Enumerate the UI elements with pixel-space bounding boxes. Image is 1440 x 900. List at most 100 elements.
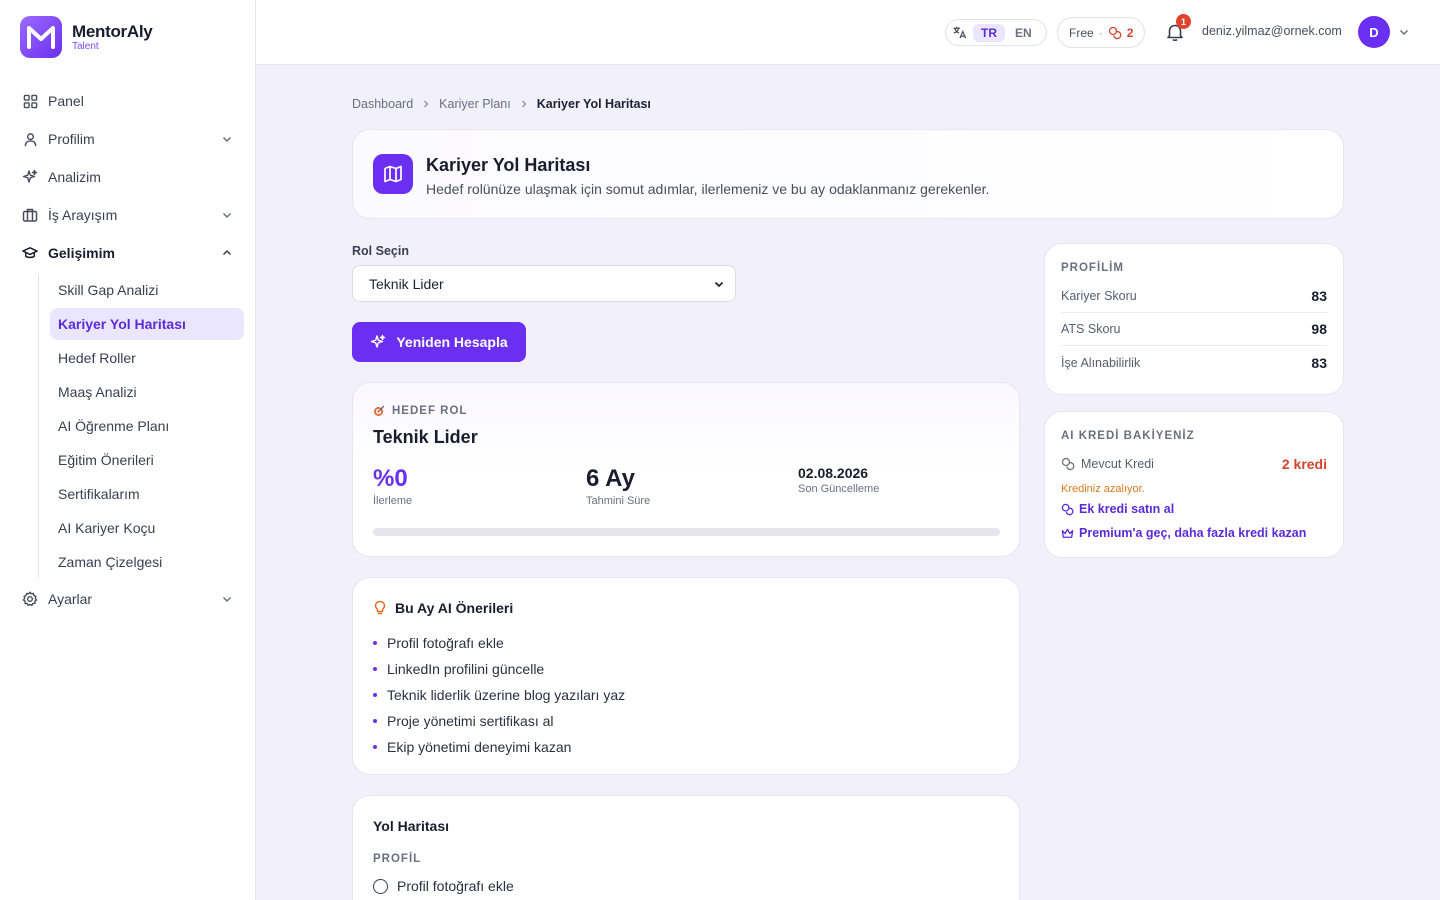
ai-credit-title: AI KREDİ BAKİYENİZ (1061, 430, 1195, 442)
sidebar-item-label: Analizim (48, 169, 101, 185)
sidebar-subitem-sertifikalarim[interactable]: Sertifikalarım (50, 478, 244, 510)
credit-balance-row: Mevcut Kredi 2 kredi (1061, 456, 1327, 472)
grid-icon (22, 93, 38, 109)
user-icon (22, 131, 38, 147)
ai-credit-card: AI KREDİ BAKİYENİZ Mevcut Kredi 2 kredi … (1044, 411, 1344, 558)
sidebar-subitem-hedef-roller[interactable]: Hedef Roller (50, 342, 244, 374)
user-email: deniz.yilmaz@ornek.com (1202, 24, 1342, 38)
crown-icon (1061, 528, 1074, 538)
breadcrumb-kariyer-plani[interactable]: Kariyer Planı (439, 97, 511, 111)
brand-logo-icon (20, 16, 62, 58)
breadcrumb-current: Kariyer Yol Haritası (536, 97, 651, 111)
avatar[interactable]: D (1358, 16, 1390, 48)
topbar: TR EN Free · 2 1 deniz.yilmaz@ornek.com … (256, 0, 1440, 65)
chevron-down-icon[interactable] (1397, 25, 1411, 39)
sidebar-subitem-kariyer-yol-haritasi[interactable]: Kariyer Yol Haritası (50, 308, 244, 340)
list-item: Proje yönetimi sertifikası al (373, 708, 625, 734)
coins-icon (1061, 457, 1075, 471)
radio-circle-icon[interactable] (373, 878, 388, 894)
chevron-down-icon (714, 281, 724, 288)
notification-count-badge: 1 (1176, 14, 1191, 29)
sidebar-item-label: Ayarlar (48, 591, 93, 607)
brand-name: MentorAly (72, 21, 153, 41)
duration-stat: 6 Ay Tahmini Süre (586, 465, 650, 507)
sidebar-item-is-arayisim[interactable]: İş Arayışım (12, 196, 244, 234)
updated-stat: 02.08.2026 Son Güncelleme (798, 465, 879, 495)
updated-value: 02.08.2026 (798, 465, 869, 481)
plan-credit-count: 2 (1126, 25, 1134, 40)
sidebar-subitem-ai-ogrenme-plani[interactable]: AI Öğrenme Planı (50, 410, 244, 442)
sidebar-submenu: Skill Gap Analizi Kariyer Yol Haritası H… (38, 274, 244, 578)
recalculate-button[interactable]: Yeniden Hesapla (352, 322, 526, 362)
plan-name: Free (1069, 25, 1094, 40)
graduation-cap-icon (22, 245, 38, 261)
briefcase-icon (22, 207, 38, 223)
sidebar-item-analizim[interactable]: Analizim (12, 158, 244, 196)
sidebar-subitem-egitim-onerileri[interactable]: Eğitim Önerileri (50, 444, 244, 476)
page-description: Hedef rolünüze ulaşmak için somut adımla… (426, 181, 990, 197)
target-role-name: Teknik Lider (373, 427, 478, 447)
brand[interactable]: MentorAly Talent (20, 16, 153, 58)
list-item: Profil fotoğrafı ekle (373, 630, 625, 656)
coins-icon (1108, 26, 1122, 39)
role-select-label: Rol Seçin (352, 244, 409, 258)
progress-value: %0 (373, 465, 408, 492)
sidebar-item-panel[interactable]: Panel (12, 82, 244, 120)
profile-row-career-score: Kariyer Skoru 83 (1061, 280, 1327, 313)
recalculate-button-label: Yeniden Hesapla (396, 334, 508, 350)
target-dart-icon (374, 405, 385, 416)
updated-label: Son Güncelleme (798, 483, 880, 495)
credit-balance-label: Mevcut Kredi (1081, 457, 1154, 471)
page-header-card: Kariyer Yol Haritası Hedef rolünüze ulaş… (352, 129, 1344, 219)
brand-sub: Talent (72, 40, 99, 52)
sidebar: MentorAly Talent Panel Profilim Analizim (0, 0, 256, 900)
roadmap-section-title: PROFİL (373, 853, 422, 865)
plan-separator: · (1098, 25, 1103, 40)
credit-balance-amount: 2 kredi (1281, 456, 1327, 472)
roadmap-task-label: Profil fotoğrafı ekle (397, 878, 514, 894)
sidebar-item-label: Profilim (48, 131, 95, 147)
list-item: Ekip yönetimi deneyimi kazan (373, 734, 625, 760)
coins-icon (1061, 503, 1074, 515)
profile-summary-title: PROFİLİM (1061, 262, 1124, 274)
progress-bar (373, 528, 1000, 536)
target-role-label: HEDEF ROL (373, 405, 467, 417)
breadcrumb-dashboard[interactable]: Dashboard (352, 97, 413, 111)
plan-badge[interactable]: Free · 2 (1057, 17, 1146, 48)
sidebar-item-gelisimim[interactable]: Gelişimim (12, 234, 244, 272)
chevron-down-icon (222, 596, 232, 603)
role-select[interactable]: Teknik Lider (352, 265, 736, 302)
sidebar-nav: Panel Profilim Analizim İş Arayışım Geli… (12, 82, 244, 618)
roadmap-task[interactable]: Profil fotoğrafı ekle (373, 878, 514, 894)
gear-icon (22, 591, 38, 607)
sidebar-subitem-maas-analizi[interactable]: Maaş Analizi (50, 376, 244, 408)
sidebar-item-profilim[interactable]: Profilim (12, 120, 244, 158)
buy-credit-link[interactable]: Ek kredi satın al (1061, 502, 1174, 516)
lang-en-button[interactable]: EN (1007, 24, 1040, 42)
credit-warning: Krediniz azalıyor. (1061, 483, 1145, 495)
sidebar-subitem-skill-gap[interactable]: Skill Gap Analizi (50, 274, 244, 306)
profile-row-ats-score: ATS Skoru 98 (1061, 313, 1327, 346)
progress-label: İlerleme (373, 495, 413, 507)
role-select-value: Teknik Lider (369, 275, 444, 292)
sparkle-icon (22, 169, 38, 185)
page-title: Kariyer Yol Haritası (426, 155, 591, 175)
duration-label: Tahmini Süre (586, 495, 651, 507)
chevron-up-icon (222, 249, 232, 256)
list-item: LinkedIn profilini güncelle (373, 656, 625, 682)
ai-suggestions-list: Profil fotoğrafı ekle LinkedIn profilini… (373, 630, 625, 760)
target-role-card: HEDEF ROL Teknik Lider %0 İlerleme 6 Ay … (352, 382, 1020, 557)
sidebar-item-label: İş Arayışım (48, 207, 118, 223)
sidebar-subitem-zaman-cizelgesi[interactable]: Zaman Çizelgesi (50, 546, 244, 578)
translate-icon (953, 26, 967, 39)
premium-upgrade-link[interactable]: Premium'a geç, daha fazla kredi kazan (1061, 526, 1306, 540)
profile-summary-card: PROFİLİM Kariyer Skoru 83 ATS Skoru 98 İ… (1044, 243, 1344, 395)
sidebar-item-label: Panel (48, 93, 84, 109)
lang-tr-button[interactable]: TR (973, 23, 1005, 42)
roadmap-title: Yol Haritası (373, 818, 449, 834)
sidebar-item-ayarlar[interactable]: Ayarlar (12, 580, 244, 618)
sparkle-icon (371, 334, 386, 348)
sidebar-subitem-ai-kariyer-kocu[interactable]: AI Kariyer Koçu (50, 512, 244, 544)
language-switcher[interactable]: TR EN (945, 19, 1047, 46)
list-item: Teknik liderlik üzerine blog yazıları ya… (373, 682, 625, 708)
